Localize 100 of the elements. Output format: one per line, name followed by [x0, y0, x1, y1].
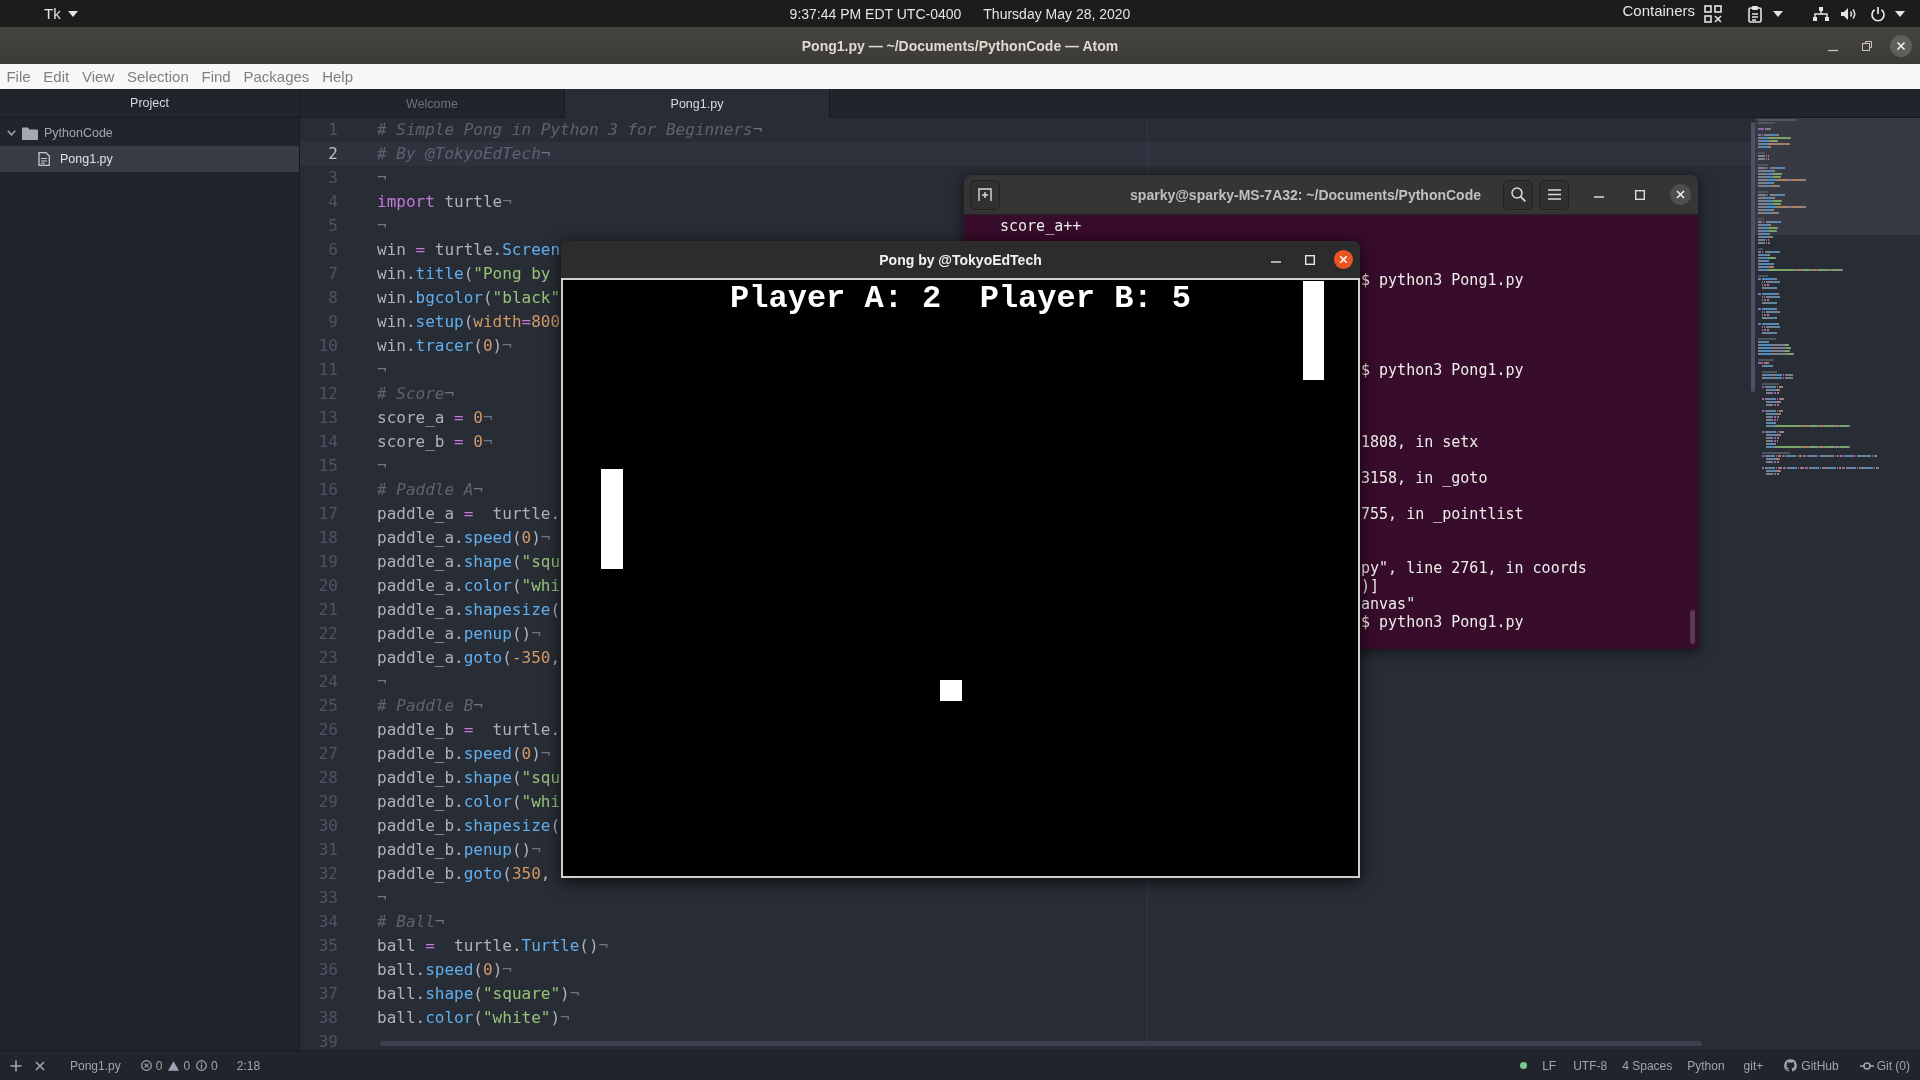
menu-item[interactable]: Help — [315, 68, 360, 85]
indicator-label[interactable]: Containers — [1622, 2, 1695, 19]
code-line: paddle_b = turtle. — [377, 720, 561, 739]
terminal-line: anvas" — [1361, 595, 1416, 613]
close-icon[interactable] — [1890, 34, 1912, 57]
indentation[interactable]: 4 Spaces — [1622, 1058, 1673, 1073]
folder-icon — [22, 126, 38, 140]
code-line: ¬ — [377, 672, 387, 691]
code-line: paddle_a.goto(-350, — [377, 648, 561, 667]
close-icon[interactable] — [1670, 184, 1691, 205]
clipboard-icon[interactable] — [1748, 4, 1762, 23]
code-line: paddle_a.shape("squ — [377, 552, 561, 571]
tree-item[interactable]: PythonCode — [0, 120, 299, 146]
code-line: paddle_a.color("whi — [377, 576, 561, 595]
terminal-line: py", line 2761, in coords — [1361, 559, 1587, 577]
code-line: score_a = 0¬ — [377, 408, 493, 427]
code-line: paddle_a.penup()¬ — [377, 624, 541, 643]
code-line: ¬ — [377, 360, 387, 379]
terminal-line: score_a++ — [1000, 217, 1082, 235]
clock-time[interactable]: 9:37:44 PM EDT UTC-0400 — [789, 5, 962, 22]
x-circle-icon — [140, 1060, 152, 1071]
code-line: paddle_b.shape("squ — [377, 768, 561, 787]
code-line: paddle_b.penup()¬ — [377, 840, 541, 859]
code-line: win.tracer(0)¬ — [377, 336, 512, 355]
code-line: ball.speed(0)¬ — [377, 960, 512, 979]
close-icon[interactable] — [1334, 250, 1353, 269]
restore-icon[interactable] — [1861, 39, 1873, 52]
grammar[interactable]: Python — [1687, 1058, 1725, 1073]
caret-icon — [67, 10, 78, 17]
code-line: ball = turtle.Turtle()¬ — [377, 936, 609, 955]
square-plus-icon — [978, 187, 992, 202]
code-line: ¬ — [377, 216, 387, 235]
scrollbar-thumb[interactable] — [380, 1041, 1702, 1046]
search-icon — [1510, 187, 1526, 202]
maximize-icon[interactable] — [1635, 189, 1645, 200]
encoding[interactable]: UTF-8 — [1573, 1058, 1608, 1073]
close-icon[interactable] — [35, 1060, 45, 1071]
code-line: paddle_a.speed(0)¬ — [377, 528, 551, 547]
code-line: # Paddle A¬ — [377, 480, 483, 499]
git-branch[interactable]: git+ — [1743, 1058, 1764, 1073]
info-count: 0 — [211, 1058, 218, 1073]
code-line: paddle_b.speed(0)¬ — [377, 744, 551, 763]
power-icon[interactable] — [1870, 5, 1886, 22]
line-ending[interactable]: LF — [1542, 1058, 1557, 1073]
network-icon[interactable] — [1813, 6, 1829, 21]
code-line: paddle_a = turtle. — [377, 504, 561, 523]
menu-item[interactable]: View — [75, 68, 121, 85]
menu-item[interactable]: Selection — [120, 68, 196, 85]
git-button[interactable]: Git (0) — [1859, 1058, 1910, 1073]
window-title: Pong by @TokyoEdTech — [879, 251, 1042, 268]
terminal-line: 3158, in _goto — [1361, 469, 1488, 487]
info-icon — [196, 1060, 208, 1071]
warning-count: 0 — [183, 1058, 191, 1073]
scrollbar-thumb[interactable] — [1751, 122, 1755, 392]
window-title: Pong1.py — ~/Documents/PythonCode — Atom — [801, 37, 1119, 54]
code-line: paddle_b.shapesize( — [377, 816, 561, 835]
menu-item[interactable]: Find — [195, 68, 238, 85]
code-line: ¬ — [377, 168, 387, 187]
code-line: score_b = 0¬ — [377, 432, 493, 451]
code-line: ball.shape("square")¬ — [377, 984, 580, 1003]
menu-button[interactable] — [1539, 179, 1569, 210]
window-title: sparky@sparky-MS-7A32: ~/Documents/PythonCode — [1130, 186, 1481, 203]
speaker-icon[interactable] — [1841, 6, 1857, 21]
scrollbar-thumb[interactable] — [1690, 610, 1695, 644]
github-icon — [1784, 1059, 1798, 1072]
github-button[interactable]: GitHub — [1784, 1058, 1839, 1073]
line-number: 2 — [328, 144, 338, 163]
menu-item[interactable]: Edit — [36, 68, 76, 85]
code-line: win.setup(width=800 — [377, 312, 561, 331]
code-line: win.title("Pong by — [377, 264, 551, 283]
terminal-line: $ python3 Pong1.py — [1361, 271, 1524, 289]
caret-icon[interactable] — [1773, 10, 1783, 17]
tab[interactable]: Pong1.py — [565, 89, 830, 118]
code-line: # Simple Pong in Python 3 for Beginners¬ — [377, 120, 763, 139]
tree-item[interactable]: Pong1.py — [0, 146, 299, 172]
app-menu[interactable]: Tk — [44, 5, 78, 22]
grid-icon[interactable] — [1704, 4, 1722, 23]
cursor-position[interactable]: 2:18 — [236, 1058, 261, 1073]
file-name[interactable]: Pong1.py — [70, 1058, 121, 1073]
terminal-line: 1808, in setx — [1361, 433, 1479, 451]
maximize-icon[interactable] — [1305, 254, 1315, 265]
plus-icon[interactable] — [10, 1059, 22, 1072]
code-line: ¬ — [377, 456, 387, 475]
code-line: win = turtle.Screen — [377, 240, 561, 259]
project-tab[interactable]: Project — [130, 96, 169, 110]
menu-item[interactable]: File — [0, 68, 37, 85]
caret-icon[interactable] — [1895, 10, 1905, 17]
code-line: # Ball¬ — [377, 912, 445, 931]
code-line: paddle_b.goto(350, — [377, 864, 551, 883]
code-line: paddle_a.shapesize( — [377, 600, 561, 619]
terminal-line: $ python3 Pong1.py — [1361, 613, 1524, 631]
search-button[interactable] — [1503, 179, 1533, 210]
new-tab-button[interactable] — [970, 179, 1000, 210]
code-line: ball.color("white")¬ — [377, 1008, 570, 1027]
code-line: win.bgcolor("black" — [377, 288, 561, 307]
terminal-line: $ python3 Pong1.py — [1361, 361, 1524, 379]
chevron-down-icon[interactable] — [7, 130, 16, 136]
menu-item[interactable]: Packages — [237, 68, 316, 85]
commit-icon — [1859, 1060, 1874, 1071]
clock-date[interactable]: Thursday May 28, 2020 — [983, 5, 1131, 22]
